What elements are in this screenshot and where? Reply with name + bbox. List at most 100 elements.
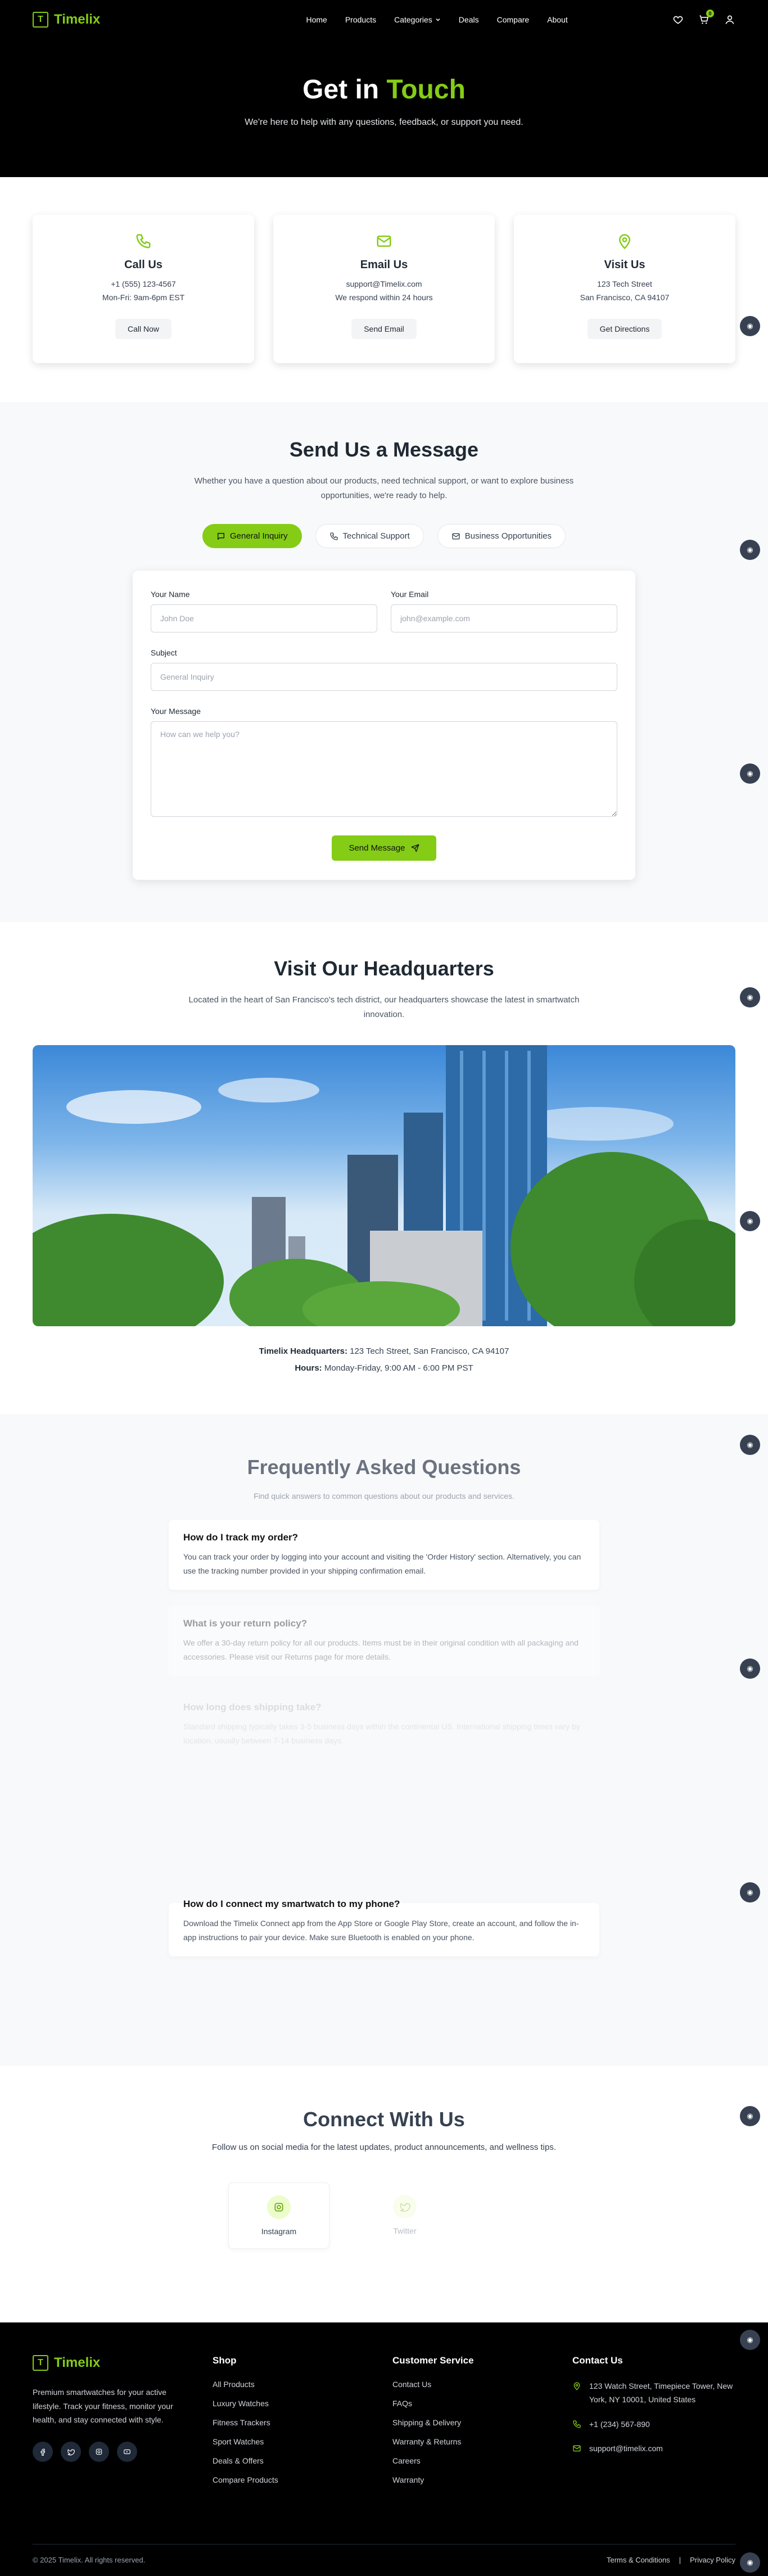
copyright: © 2025 Timelix. All rights reserved. bbox=[33, 2556, 146, 2564]
email-label: Your Email bbox=[391, 590, 429, 599]
chat-bot-icon[interactable]: ◉ bbox=[740, 763, 760, 784]
instagram-icon[interactable] bbox=[89, 2441, 109, 2462]
footer-link[interactable]: Careers bbox=[392, 2456, 572, 2465]
terms-link[interactable]: Terms & Conditions bbox=[607, 2556, 670, 2564]
footer-link[interactable]: Fitness Trackers bbox=[213, 2418, 392, 2427]
privacy-link[interactable]: Privacy Policy bbox=[690, 2556, 735, 2564]
footer-phone[interactable]: +1 (234) 567-890 bbox=[572, 2418, 735, 2432]
hero-title: Get in Touch bbox=[0, 74, 768, 105]
twitter-icon[interactable] bbox=[61, 2441, 81, 2462]
headquarters-section: Visit Our Headquarters Located in the he… bbox=[0, 922, 768, 1414]
logo-mark: T bbox=[33, 12, 48, 28]
footer-brand-column: T Timelix Premium smartwatches for your … bbox=[33, 2355, 213, 2494]
brand-name: Timelix bbox=[54, 12, 101, 27]
nav-categories[interactable]: Categories bbox=[394, 15, 441, 24]
card-title: Call Us bbox=[124, 259, 162, 271]
chat-bot-icon[interactable]: ◉ bbox=[740, 1435, 760, 1455]
footer-email-text: support@timelix.com bbox=[589, 2444, 663, 2453]
headquarters-building-illustration bbox=[33, 1045, 735, 1326]
tab-label: General Inquiry bbox=[229, 531, 288, 541]
footer-link[interactable]: FAQs bbox=[392, 2399, 572, 2408]
footer-address-text: 123 Watch Street, Timepiece Tower, New Y… bbox=[589, 2381, 733, 2404]
facebook-icon[interactable] bbox=[33, 2441, 53, 2462]
chat-bot-icon[interactable]: ◉ bbox=[740, 987, 760, 1007]
footer-link[interactable]: Sport Watches bbox=[213, 2437, 392, 2446]
chat-bot-icon[interactable]: ◉ bbox=[740, 1882, 760, 1902]
tab-label: Business Opportunities bbox=[464, 531, 552, 541]
card-line-1: +1 (555) 123-4567 bbox=[111, 279, 176, 288]
nav-deals[interactable]: Deals bbox=[459, 15, 479, 24]
footer-link[interactable]: Luxury Watches bbox=[213, 2399, 392, 2408]
twitter-card[interactable]: Twitter bbox=[354, 2182, 455, 2249]
mail-icon bbox=[452, 533, 460, 539]
mail-icon bbox=[573, 2446, 581, 2452]
instagram-label: Instagram bbox=[261, 2227, 297, 2236]
chat-bot-icon[interactable]: ◉ bbox=[740, 2552, 760, 2573]
faq-item[interactable]: What is your return policy? We offer a 3… bbox=[169, 1606, 599, 1676]
name-field[interactable] bbox=[151, 604, 377, 632]
footer-link[interactable]: Contact Us bbox=[392, 2380, 572, 2389]
page: T Timelix Home Products Categories Deals… bbox=[0, 0, 768, 2576]
card-line-2: San Francisco, CA 94107 bbox=[580, 293, 670, 302]
card-line-2: We respond within 24 hours bbox=[335, 293, 433, 302]
chat-bot-icon[interactable]: ◉ bbox=[740, 1658, 760, 1679]
main-menu: Home Products Categories Deals Compare A… bbox=[306, 15, 567, 24]
call-now-button[interactable]: Call Now bbox=[115, 319, 171, 339]
email-field[interactable] bbox=[391, 604, 617, 632]
nav-icons: 0 bbox=[672, 10, 735, 25]
message-textarea[interactable] bbox=[151, 721, 617, 817]
footer-link[interactable]: All Products bbox=[213, 2380, 392, 2389]
youtube-icon[interactable] bbox=[117, 2441, 137, 2462]
footer-phone-text: +1 (234) 567-890 bbox=[589, 2419, 650, 2429]
message-title: Send Us a Message bbox=[289, 438, 479, 461]
user-icon[interactable] bbox=[724, 14, 735, 25]
tab-general-inquiry[interactable]: General Inquiry bbox=[202, 524, 302, 548]
footer-link[interactable]: Deals & Offers bbox=[213, 2456, 392, 2465]
brand-logo[interactable]: T Timelix bbox=[33, 12, 100, 28]
faq-answer: Download the Timelix Connect app from th… bbox=[183, 1919, 579, 1942]
footer-link[interactable]: Warranty & Returns bbox=[392, 2437, 572, 2446]
hero-section: Get in Touch We're here to help with any… bbox=[0, 39, 768, 177]
tab-business-opportunities[interactable]: Business Opportunities bbox=[437, 524, 566, 548]
chat-bot-icon[interactable]: ◉ bbox=[740, 540, 760, 560]
twitter-icon bbox=[400, 2203, 410, 2212]
heart-icon[interactable] bbox=[672, 14, 684, 25]
footer: T Timelix Premium smartwatches for your … bbox=[0, 2322, 768, 2576]
hero-title-main: Get in bbox=[302, 75, 380, 105]
phone-icon bbox=[329, 532, 338, 540]
twitter-label: Twitter bbox=[393, 2226, 417, 2235]
nav-products[interactable]: Products bbox=[345, 15, 376, 24]
chat-bot-icon[interactable]: ◉ bbox=[740, 1211, 760, 1231]
social-title: Connect With Us bbox=[303, 2108, 465, 2131]
footer-link[interactable]: Warranty bbox=[392, 2475, 572, 2484]
footer-email[interactable]: support@timelix.com bbox=[572, 2442, 735, 2456]
footer-link[interactable]: Compare Products bbox=[213, 2475, 392, 2484]
cart-button[interactable]: 0 bbox=[698, 10, 714, 25]
faq-section: Frequently Asked Questions Find quick an… bbox=[0, 1414, 768, 2066]
tab-technical-support[interactable]: Technical Support bbox=[315, 524, 424, 548]
subject-field[interactable] bbox=[151, 663, 617, 691]
faq-item[interactable]: How long does shipping take? Standard sh… bbox=[169, 1689, 599, 1760]
card-line-2: Mon-Fri: 9am-6pm EST bbox=[102, 293, 185, 302]
nav-home[interactable]: Home bbox=[306, 15, 327, 24]
faq-item[interactable]: How do I track my order? You can track y… bbox=[169, 1520, 599, 1590]
social-subtitle: Follow us on social media for the latest… bbox=[211, 2143, 556, 2152]
hq-title: Visit Our Headquarters bbox=[274, 957, 494, 980]
chat-bot-icon[interactable]: ◉ bbox=[740, 2106, 760, 2126]
email-us-card: Email Us support@Timelix.com We respond … bbox=[273, 215, 495, 363]
hq-hours: Monday-Friday, 9:00 AM - 6:00 PM PST bbox=[324, 1363, 473, 1373]
send-email-button[interactable]: Send Email bbox=[351, 319, 417, 339]
footer-link[interactable]: Shipping & Delivery bbox=[392, 2418, 572, 2427]
instagram-card[interactable]: Instagram bbox=[228, 2182, 329, 2249]
nav-about[interactable]: About bbox=[547, 15, 568, 24]
chat-bot-icon[interactable]: ◉ bbox=[740, 2330, 760, 2350]
nav-compare[interactable]: Compare bbox=[497, 15, 530, 24]
top-navbar: T Timelix Home Products Categories Deals… bbox=[0, 0, 768, 39]
send-message-button[interactable]: Send Message bbox=[332, 835, 436, 861]
get-directions-button[interactable]: Get Directions bbox=[587, 319, 662, 339]
faq-answer: Standard shipping typically takes 3-5 bu… bbox=[183, 1722, 580, 1745]
footer-brand-logo[interactable]: T Timelix bbox=[33, 2355, 213, 2371]
chat-bot-icon[interactable]: ◉ bbox=[740, 316, 760, 336]
faq-item[interactable]: How do I connect my smartwatch to my pho… bbox=[169, 1899, 599, 1956]
logo-mark: T bbox=[33, 2355, 48, 2371]
